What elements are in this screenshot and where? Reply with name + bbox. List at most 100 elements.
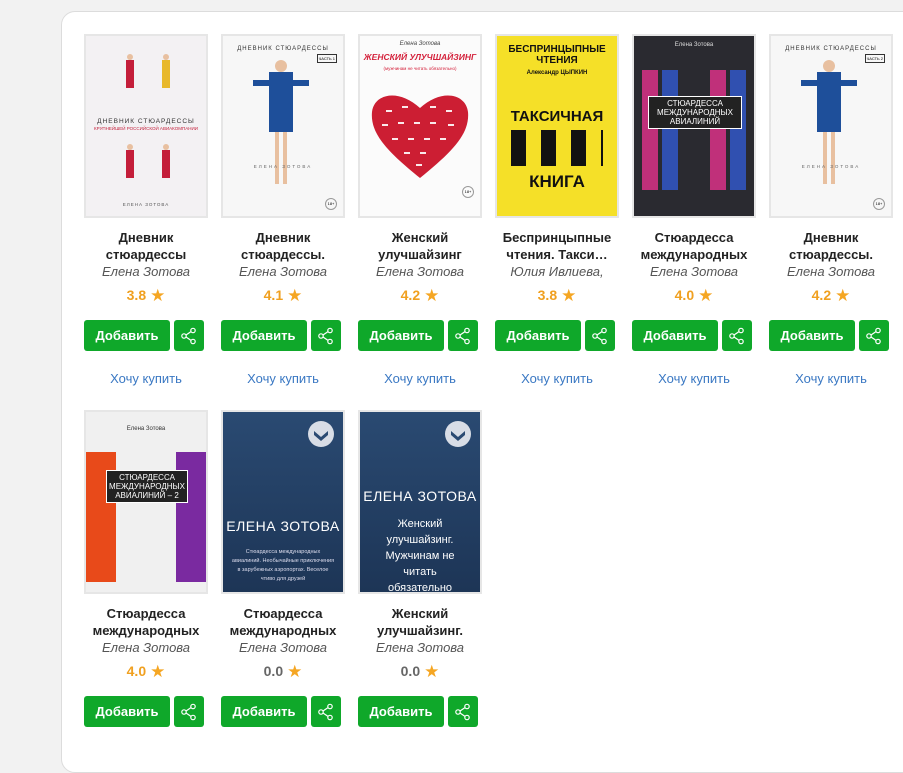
rating-value: 0.0: [263, 663, 284, 679]
share-button[interactable]: [448, 320, 478, 351]
book-rating: 4.2 ★: [769, 286, 893, 306]
book-author[interactable]: Елена Зотова: [78, 640, 214, 655]
book-author[interactable]: Елена Зотова: [763, 264, 899, 279]
cover-big-title: ТАКСИЧНАЯ: [510, 108, 604, 125]
book-cover[interactable]: БЕСПРИНЦЫПНЫЕ ЧТЕНИЯ Александр ЦЫПКИН ТА…: [495, 34, 619, 218]
star-icon: ★: [424, 662, 440, 681]
book-title[interactable]: Стюардесса международных: [215, 605, 351, 639]
rating-value: 3.8: [126, 287, 147, 303]
share-icon: [455, 327, 470, 344]
book-title[interactable]: Дневник стюардессы.: [215, 229, 351, 263]
cover-author: ЕЛЕНА ЗОТОВА: [801, 164, 861, 169]
want-to-buy-link[interactable]: Хочу купить: [84, 371, 208, 386]
book-rating: 4.1 ★: [221, 286, 345, 306]
share-icon: [181, 703, 196, 720]
share-button[interactable]: [722, 320, 752, 351]
book-cover[interactable]: ДНЕВНИК СТЮАРДЕССЫ КРУПНЕЙШЕЙ РОССИЙСКОЙ…: [84, 34, 208, 218]
cover-subtitle: Стюардесса международных авиалиний. Необ…: [231, 549, 335, 582]
want-to-buy-link[interactable]: Хочу купить: [495, 371, 619, 386]
cover-author: ЕЛЕНА ЗОТОВА: [122, 202, 170, 207]
book-rating: 3.8 ★: [84, 286, 208, 306]
book-title[interactable]: Стюардесса международных: [78, 605, 214, 639]
cover-subtitle: (мужчинам не читать обязательно): [383, 66, 457, 71]
book-cover[interactable]: ЕЛЕНА ЗОТОВА Женский улучшайзинг. Мужчин…: [358, 410, 482, 594]
add-button[interactable]: Добавить: [84, 320, 170, 351]
share-button[interactable]: [311, 320, 341, 351]
book-author[interactable]: Юлия Ивлиева,: [489, 264, 625, 279]
book-title[interactable]: Дневник стюардессы.: [763, 229, 899, 263]
want-to-buy-link[interactable]: Хочу купить: [221, 371, 345, 386]
book-rating: 3.8 ★: [495, 286, 619, 306]
share-button[interactable]: [859, 320, 889, 351]
share-icon: [729, 327, 744, 344]
book-cover[interactable]: Елена Зотова СТЮАРДЕССА МЕЖДУНАРОДНЫХ АВ…: [632, 34, 756, 218]
book-title[interactable]: Женский улучшайзинг: [352, 229, 488, 263]
book-title[interactable]: Стюардесса международных: [626, 229, 762, 263]
rating-value: 4.1: [263, 287, 284, 303]
want-to-buy-link[interactable]: Хочу купить: [632, 371, 756, 386]
book-title[interactable]: Женский улучшайзинг.: [352, 605, 488, 639]
cover-subtitle: КРУПНЕЙШЕЙ РОССИЙСКОЙ АВИАКОМПАНИИ: [94, 126, 198, 131]
share-button[interactable]: [448, 696, 478, 727]
book-author[interactable]: Елена Зотова: [352, 640, 488, 655]
cover-title: СТЮАРДЕССА МЕЖДУНАРОДНЫХ АВИАЛИНИЙ: [648, 96, 742, 129]
book-author[interactable]: Елена Зотова: [352, 264, 488, 279]
want-to-buy-link[interactable]: Хочу купить: [769, 371, 893, 386]
add-button[interactable]: Добавить: [221, 696, 307, 727]
share-button[interactable]: [585, 320, 615, 351]
cover-title: ЕЛЕНА ЗОТОВА: [226, 518, 340, 534]
book-author[interactable]: Елена Зотова: [626, 264, 762, 279]
book-author[interactable]: Елена Зотова: [215, 640, 351, 655]
book-cover[interactable]: Елена Зотова ЖЕНСКИЙ УЛУЧШАЙЗИНГ (мужчин…: [358, 34, 482, 218]
share-icon: [455, 703, 470, 720]
share-button[interactable]: [174, 320, 204, 351]
star-icon: ★: [150, 286, 166, 305]
rating-value: 3.8: [537, 287, 558, 303]
rating-value: 0.0: [400, 663, 421, 679]
add-button[interactable]: Добавить: [769, 320, 855, 351]
book-rating: 0.0 ★: [358, 662, 482, 682]
cover-author: Елена Зотова: [674, 42, 714, 48]
book-cover[interactable]: ДНЕВНИК СТЮАРДЕССЫ ЧАСТЬ 1 ЕЛЕНА ЗОТОВА …: [221, 34, 345, 218]
book-logo-icon: [308, 421, 334, 447]
cover-title: ДНЕВНИК СТЮАРДЕССЫ: [97, 118, 195, 125]
star-icon: ★: [698, 286, 714, 305]
book-rating: 4.0 ★: [84, 662, 208, 682]
book-rating: 4.0 ★: [632, 286, 756, 306]
cover-title: ЕЛЕНА ЗОТОВА: [363, 488, 477, 504]
cover-author: Александр ЦЫПКИН: [526, 70, 588, 76]
add-button[interactable]: Добавить: [358, 320, 444, 351]
book-cover[interactable]: ДНЕВНИК СТЮАРДЕССЫ ЧАСТЬ 2 ЕЛЕНА ЗОТОВА …: [769, 34, 893, 218]
book-author[interactable]: Елена Зотова: [78, 264, 214, 279]
want-to-buy-link[interactable]: Хочу купить: [358, 371, 482, 386]
book-logo-icon: [445, 421, 471, 447]
book-title[interactable]: Беспринцыпные чтения. Такси…: [489, 229, 625, 263]
heart-icon: [371, 95, 469, 178]
add-button[interactable]: Добавить: [495, 320, 581, 351]
star-icon: ★: [561, 286, 577, 305]
add-button[interactable]: Добавить: [358, 696, 444, 727]
star-icon: ★: [287, 662, 303, 681]
book-author[interactable]: Елена Зотова: [215, 264, 351, 279]
cover-badge: ЧАСТЬ 2: [864, 54, 885, 63]
book-title[interactable]: Дневник стюардессы: [78, 229, 214, 263]
book-cover[interactable]: Елена Зотова СТЮАРДЕССА МЕЖДУНАРОДНЫХ АВ…: [84, 410, 208, 594]
share-icon: [181, 327, 196, 344]
share-button[interactable]: [174, 696, 204, 727]
cover-title: ДНЕВНИК СТЮАРДЕССЫ: [785, 46, 877, 52]
cover-title: ЖЕНСКИЙ УЛУЧШАЙЗИНГ: [363, 52, 477, 62]
book-rating: 4.2 ★: [358, 286, 482, 306]
cover-author: Елена Зотова: [399, 41, 441, 47]
add-button[interactable]: Добавить: [221, 320, 307, 351]
share-button[interactable]: [311, 696, 341, 727]
add-button[interactable]: Добавить: [84, 696, 170, 727]
star-icon: ★: [150, 662, 166, 681]
share-icon: [866, 327, 881, 344]
star-icon: ★: [424, 286, 440, 305]
share-icon: [318, 703, 333, 720]
star-icon: ★: [287, 286, 303, 305]
add-button[interactable]: Добавить: [632, 320, 718, 351]
book-cover[interactable]: ЕЛЕНА ЗОТОВА Стюардесса международных ав…: [221, 410, 345, 594]
cover-title: ДНЕВНИК СТЮАРДЕССЫ: [237, 46, 329, 52]
cover-author: ЕЛЕНА ЗОТОВА: [253, 164, 313, 169]
